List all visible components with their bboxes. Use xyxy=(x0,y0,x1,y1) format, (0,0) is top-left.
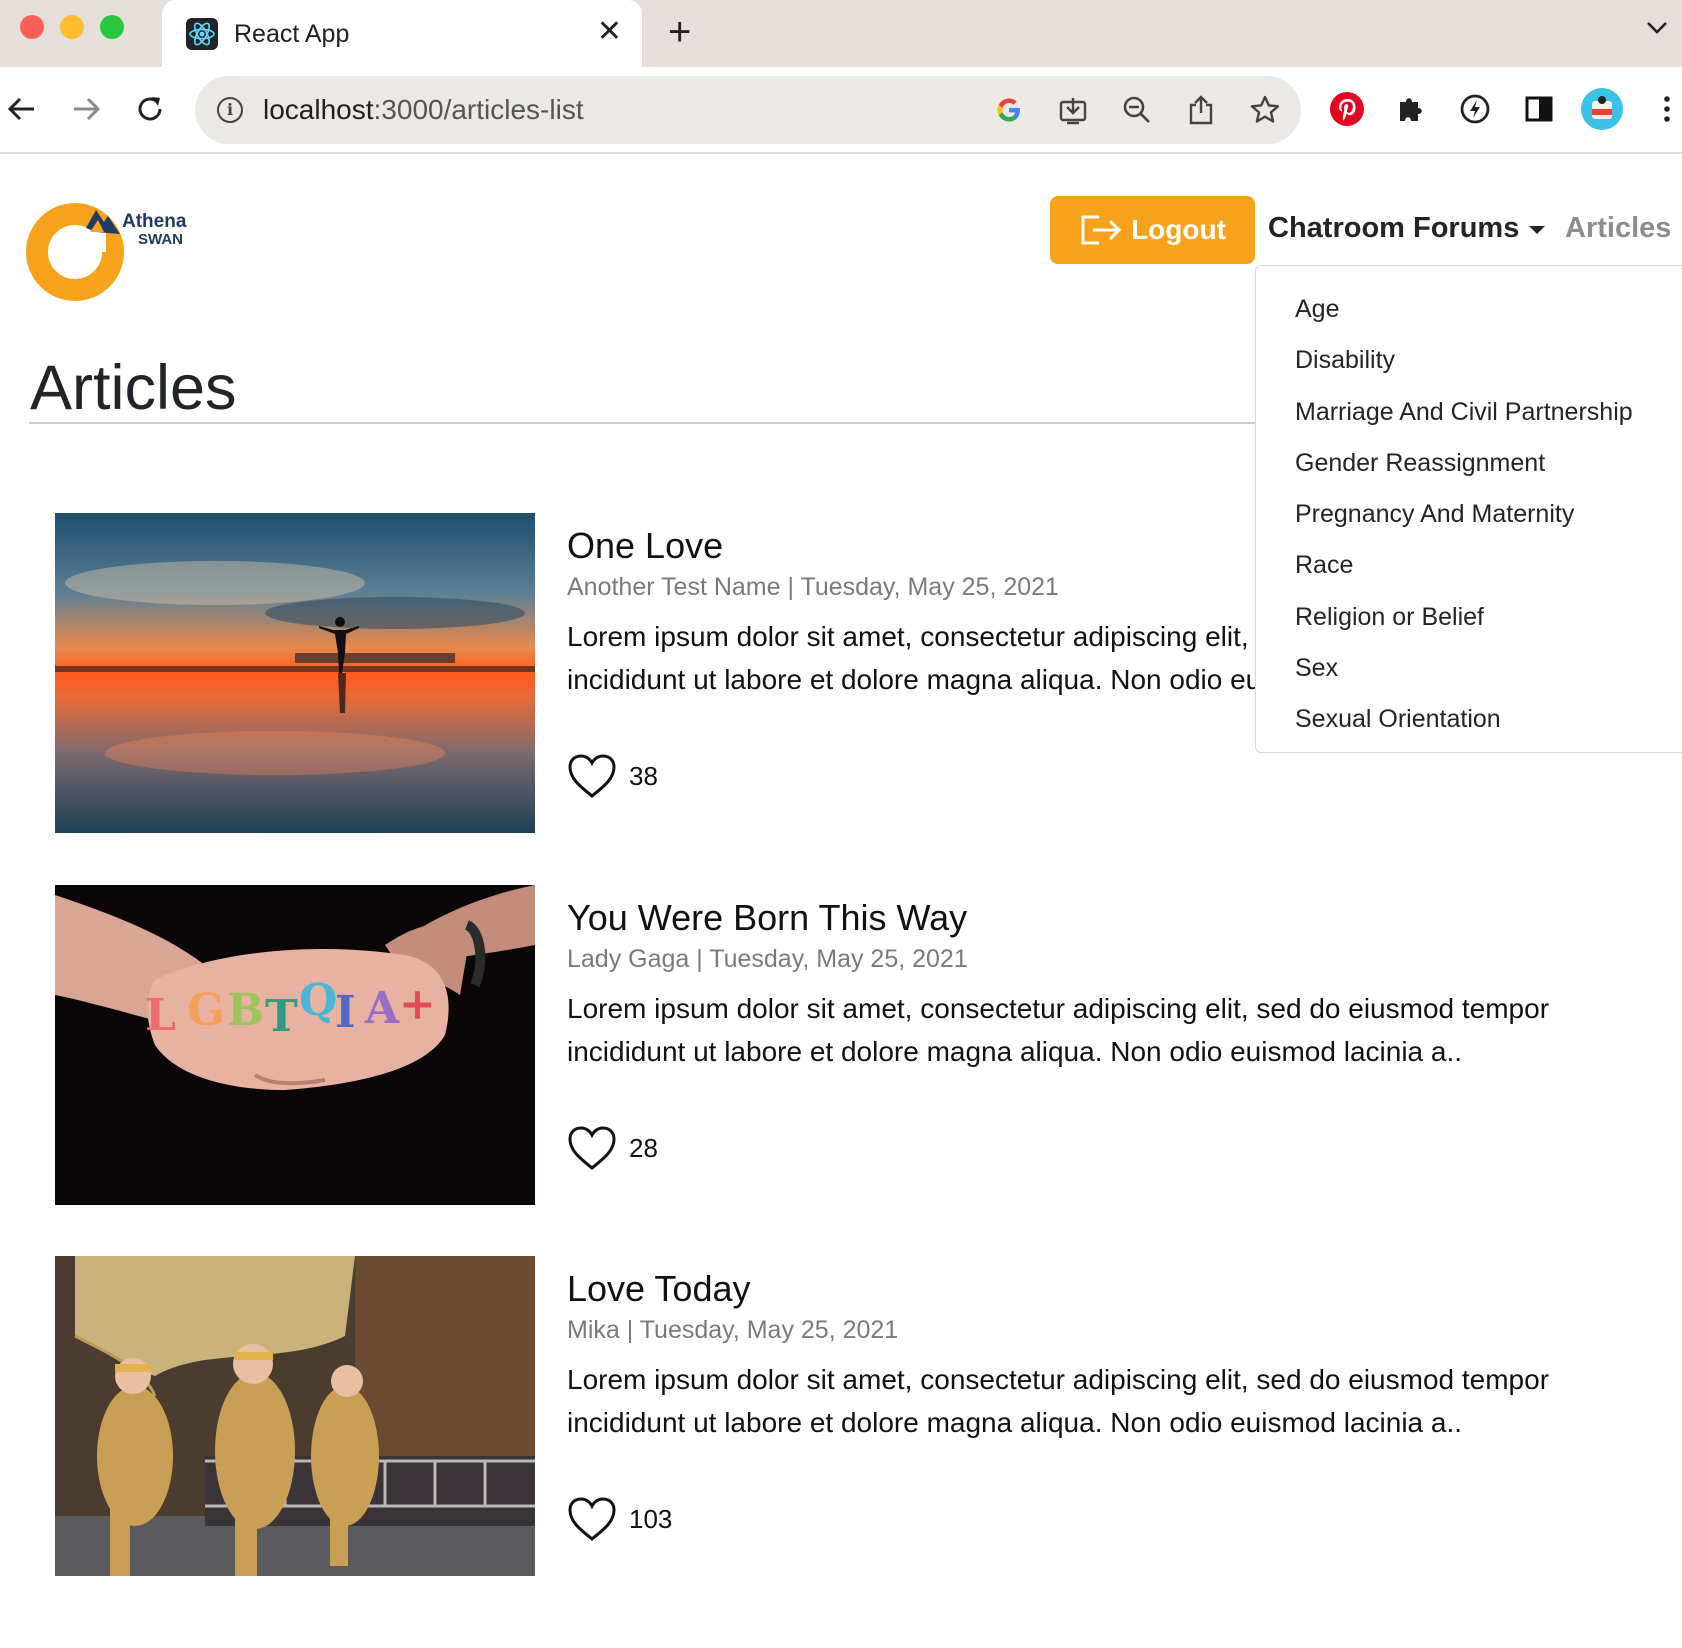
article-image-lgbtqia[interactable]: L G B T Q I A + xyxy=(55,885,535,1205)
like-count: 38 xyxy=(629,760,658,791)
logout-label: Logout xyxy=(1131,214,1226,245)
like-control[interactable]: 103 xyxy=(567,1496,672,1542)
svg-text:T: T xyxy=(265,991,298,1042)
reload-icon[interactable] xyxy=(128,87,172,131)
caret-down-icon xyxy=(1529,225,1546,234)
svg-text:A: A xyxy=(364,983,400,1034)
profile-avatar-icon[interactable] xyxy=(1580,87,1624,131)
new-tab-icon[interactable]: + xyxy=(668,12,691,52)
extensions-puzzle-icon[interactable] xyxy=(1389,87,1433,131)
article-card[interactable]: Love Today Mika | Tuesday, May 25, 2021 … xyxy=(55,1256,1655,1576)
article-meta: Mika | Tuesday, May 25, 2021 xyxy=(567,1316,899,1344)
svg-text:L: L xyxy=(145,990,176,1041)
pinterest-icon[interactable] xyxy=(1325,87,1369,131)
article-meta: Lady Gaga | Tuesday, May 25, 2021 xyxy=(567,945,968,973)
menu-item-marriage-civil-partnership[interactable]: Marriage And Civil Partnership xyxy=(1256,387,1682,438)
install-app-icon[interactable] xyxy=(1056,93,1090,127)
chatroom-forums-menu: Age Disability Marriage And Civil Partne… xyxy=(1255,265,1682,753)
close-tab-icon[interactable]: ✕ xyxy=(597,17,622,47)
article-meta: Another Test Name | Tuesday, May 25, 202… xyxy=(567,573,1059,601)
forward-icon[interactable] xyxy=(64,87,108,131)
zoom-window-button[interactable] xyxy=(100,15,124,39)
logo-athena-text: Athena xyxy=(122,211,187,232)
bookmark-star-icon[interactable] xyxy=(1248,93,1282,127)
svg-text:Q: Q xyxy=(299,975,337,1026)
back-icon[interactable] xyxy=(0,87,44,131)
article-excerpt: Lorem ipsum dolor sit amet, consectetur … xyxy=(567,993,1550,1067)
menu-item-sexual-orientation[interactable]: Sexual Orientation xyxy=(1256,694,1682,745)
url-text[interactable]: localhost:3000/articles-list xyxy=(263,94,584,126)
side-panel-icon[interactable] xyxy=(1517,87,1561,131)
heart-icon[interactable] xyxy=(567,1496,617,1542)
logout-icon xyxy=(1081,215,1122,245)
like-count: 103 xyxy=(629,1503,673,1534)
performance-icon[interactable] xyxy=(1453,87,1497,131)
minimize-window-button[interactable] xyxy=(60,15,84,39)
athena-swan-logo[interactable]: Athena SWAN xyxy=(26,202,196,302)
heart-icon[interactable] xyxy=(567,1125,617,1171)
article-title[interactable]: You Were Born This Way xyxy=(567,897,967,939)
share-icon[interactable] xyxy=(1184,93,1218,127)
menu-item-religion-belief[interactable]: Religion or Belief xyxy=(1256,592,1682,643)
svg-text:+: + xyxy=(399,979,436,1030)
zoom-out-icon[interactable] xyxy=(1120,93,1154,127)
menu-item-sex[interactable]: Sex xyxy=(1256,643,1682,694)
menu-item-pregnancy-maternity[interactable]: Pregnancy And Maternity xyxy=(1256,489,1682,540)
nav-link-articles[interactable]: Articles xyxy=(1565,212,1671,245)
chatroom-forums-label: Chatroom Forums xyxy=(1268,212,1520,244)
address-bar[interactable]: i localhost:3000/articles-list xyxy=(195,76,1301,144)
like-control[interactable]: 28 xyxy=(567,1125,658,1171)
article-image-parade[interactable] xyxy=(55,1256,535,1576)
browser-toolbar: i localhost:3000/articles-list xyxy=(0,67,1682,154)
menu-item-age[interactable]: Age xyxy=(1256,284,1682,335)
article-card[interactable]: L G B T Q I A + You Were Born This Way L… xyxy=(55,885,1655,1205)
menu-item-disability[interactable]: Disability xyxy=(1256,335,1682,386)
article-title[interactable]: One Love xyxy=(567,525,723,567)
react-icon xyxy=(186,18,218,50)
svg-text:G: G xyxy=(187,985,225,1036)
chevron-down-icon[interactable] xyxy=(1645,20,1669,41)
google-icon[interactable] xyxy=(992,93,1026,127)
like-control[interactable]: 38 xyxy=(567,753,658,799)
article-title[interactable]: Love Today xyxy=(567,1268,750,1310)
info-icon[interactable]: i xyxy=(217,97,243,123)
svg-text:B: B xyxy=(227,985,264,1036)
browser-tab-active[interactable]: React App ✕ xyxy=(162,0,642,67)
more-options-icon[interactable] xyxy=(1645,87,1682,131)
menu-item-gender-reassignment[interactable]: Gender Reassignment xyxy=(1256,438,1682,489)
page-title: Articles xyxy=(30,353,237,423)
article-excerpt: Lorem ipsum dolor sit amet, consectetur … xyxy=(567,1364,1550,1438)
like-count: 28 xyxy=(629,1132,658,1163)
chatroom-forums-dropdown-toggle[interactable]: Chatroom Forums xyxy=(1268,212,1546,245)
article-image-sunset[interactable] xyxy=(55,513,535,833)
close-window-button[interactable] xyxy=(20,15,44,39)
tab-title: React App xyxy=(234,20,350,48)
menu-item-race[interactable]: Race xyxy=(1256,540,1682,591)
logout-button[interactable]: Logout xyxy=(1050,196,1255,264)
heart-icon[interactable] xyxy=(567,753,617,799)
browser-tab-strip: React App ✕ + xyxy=(0,0,1682,67)
logo-swan-text: SWAN xyxy=(138,231,183,248)
svg-text:I: I xyxy=(335,987,356,1038)
